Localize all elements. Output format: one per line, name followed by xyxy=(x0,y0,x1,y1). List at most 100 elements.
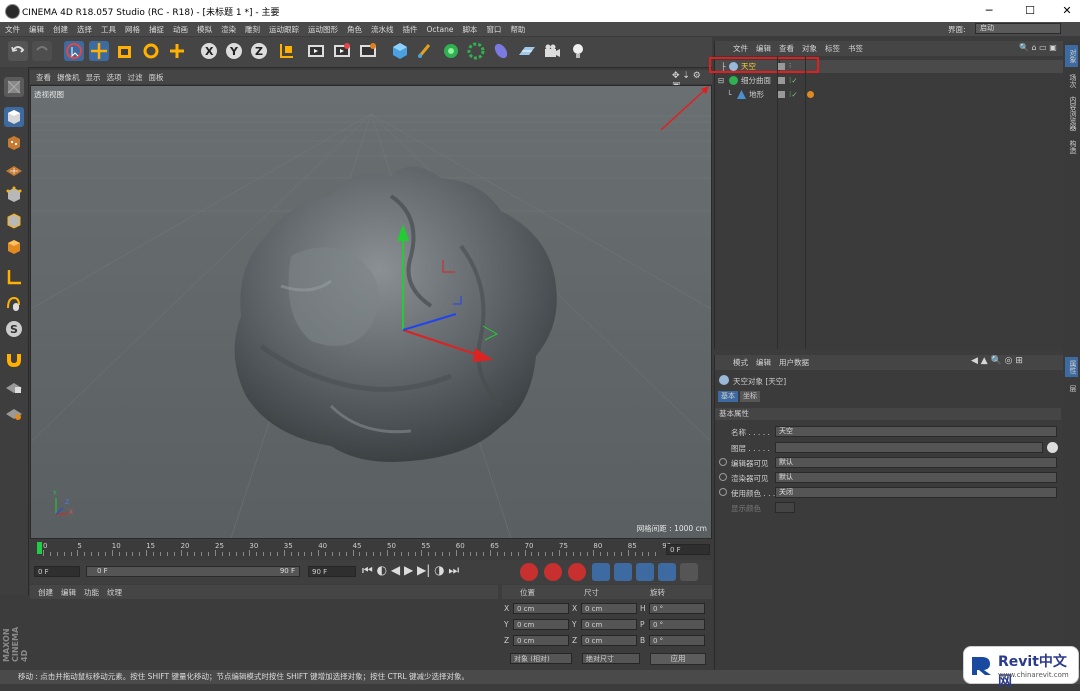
redo-icon[interactable] xyxy=(32,41,52,61)
apply-button[interactable]: 应用 xyxy=(650,653,706,665)
viewport-menu-item[interactable]: 查看 xyxy=(36,72,51,83)
coordinate-mode-select[interactable]: 对象 (相对) xyxy=(510,653,572,664)
menu-item[interactable]: 网格 xyxy=(125,24,140,35)
viewport-menu-item[interactable]: 面板 xyxy=(149,72,164,83)
object-menu-item[interactable]: 查看 xyxy=(779,43,794,54)
timeline-ruler[interactable]: 051015202530354045505560657075808590 0 F xyxy=(30,541,712,557)
pen-spline-icon[interactable] xyxy=(415,41,435,61)
animate-radio-icon[interactable] xyxy=(719,458,727,466)
coord-value-field[interactable]: 0 ° xyxy=(649,635,705,646)
polygons-mode-icon[interactable] xyxy=(4,237,24,257)
object-row-landscape[interactable]: └ 地形 ⁝✓ xyxy=(715,88,1063,101)
x-axis-icon[interactable]: X xyxy=(199,41,219,61)
axis-mode-icon[interactable] xyxy=(4,267,24,287)
key-scale-icon[interactable] xyxy=(614,563,632,581)
menu-item[interactable]: 流水线 xyxy=(371,24,394,35)
material-menu-item[interactable]: 创建 xyxy=(38,587,53,598)
minimize-button[interactable]: ─ xyxy=(982,4,996,18)
menu-item[interactable]: 运动跟踪 xyxy=(269,24,299,35)
enabled-check-icon[interactable]: ⁝✓ xyxy=(789,74,798,87)
viewport-menu-item[interactable]: 选项 xyxy=(107,72,122,83)
layout-select[interactable]: 启动 xyxy=(975,23,1061,34)
layer-icon[interactable] xyxy=(778,91,785,98)
attr-menu-item[interactable]: 用户数据 xyxy=(779,357,809,368)
close-button[interactable]: ✕ xyxy=(1060,4,1074,18)
size-mode-select[interactable]: 绝对尺寸 xyxy=(582,653,640,664)
coord-value-field[interactable]: 0 cm xyxy=(581,603,637,614)
key-pla-icon[interactable] xyxy=(680,563,698,581)
menu-item[interactable]: 运动图形 xyxy=(308,24,338,35)
menu-item[interactable]: 角色 xyxy=(347,24,362,35)
playback-controls[interactable]: ⏮ ◐ ◀ ▶ ▶| ◑ ⏭ xyxy=(362,563,459,578)
editor-visible-select[interactable]: 默认 xyxy=(775,457,1057,468)
perspective-viewport[interactable]: 透视视图 Y X Z 网格间距 : 1000 cm xyxy=(30,85,712,539)
cube-icon[interactable] xyxy=(390,41,410,61)
object-menu-item[interactable]: 文件 xyxy=(733,43,748,54)
object-menu-item[interactable]: 标签 xyxy=(825,43,840,54)
record-keys-icon[interactable] xyxy=(520,563,538,581)
deformer-icon[interactable] xyxy=(491,41,511,61)
coordinate-system-icon[interactable] xyxy=(276,41,296,61)
menu-item[interactable]: 帮助 xyxy=(510,24,525,35)
points-mode-icon[interactable] xyxy=(4,185,24,205)
workplane-mode-icon[interactable] xyxy=(4,159,24,179)
viewport-menu-item[interactable]: 过滤 xyxy=(128,72,143,83)
menu-item[interactable]: 创建 xyxy=(53,24,68,35)
light-icon[interactable] xyxy=(568,41,588,61)
current-frame-marker[interactable] xyxy=(37,542,42,554)
menu-item[interactable]: 动画 xyxy=(173,24,188,35)
tab-layers[interactable]: 层 xyxy=(1065,381,1078,395)
render-settings-icon[interactable] xyxy=(358,41,378,61)
scale-tool-icon[interactable] xyxy=(115,41,135,61)
object-row-subdivision[interactable]: ⊟ 细分曲面 ⁝✓ xyxy=(715,74,1063,87)
menu-item[interactable]: Octane xyxy=(427,25,454,34)
menu-item[interactable]: 编辑 xyxy=(29,24,44,35)
coord-value-field[interactable]: 0 cm xyxy=(513,603,569,614)
y-axis-icon[interactable]: Y xyxy=(224,41,244,61)
tab-attributes[interactable]: 属性 xyxy=(1065,357,1078,377)
nav-arrows-icon[interactable]: ◀ ▲ 🔍 ◎ ⊞ xyxy=(971,356,1023,366)
viewport-menu-item[interactable]: 摄像机 xyxy=(57,72,80,83)
grid-workplane-icon[interactable] xyxy=(4,403,24,423)
live-selection-icon[interactable] xyxy=(64,41,84,61)
object-menu-item[interactable]: 编辑 xyxy=(756,43,771,54)
current-frame-field[interactable]: 0 F xyxy=(34,566,80,577)
tweak-mode-icon[interactable] xyxy=(4,293,24,313)
phong-tag-icon[interactable] xyxy=(807,91,814,98)
enabled-check-icon[interactable]: ⁝✓ xyxy=(789,88,798,101)
tab-coordinates[interactable]: 坐标 xyxy=(740,391,760,402)
attr-menu-item[interactable]: 编辑 xyxy=(756,357,771,368)
make-editable-icon[interactable] xyxy=(4,77,24,97)
animate-radio-icon[interactable] xyxy=(719,473,727,481)
material-menu-item[interactable]: 纹理 xyxy=(107,587,122,598)
layer-icon[interactable] xyxy=(778,77,785,84)
camera-icon[interactable] xyxy=(542,41,562,61)
add-tool-icon[interactable] xyxy=(167,41,187,61)
undo-icon[interactable] xyxy=(8,41,28,61)
tab-content-browser[interactable]: 内容浏览器 xyxy=(1065,95,1078,131)
name-field[interactable]: 天空 xyxy=(775,426,1057,437)
tab-takes[interactable]: 场次 xyxy=(1065,71,1078,91)
use-color-select[interactable]: 关闭 xyxy=(775,487,1057,498)
menu-item[interactable]: 窗口 xyxy=(486,24,501,35)
layer-field[interactable] xyxy=(775,442,1043,453)
menu-item[interactable]: 脚本 xyxy=(462,24,477,35)
object-menu-item[interactable]: 书签 xyxy=(848,43,863,54)
menu-item[interactable]: 选择 xyxy=(77,24,92,35)
render-view-icon[interactable] xyxy=(306,41,326,61)
tab-basic[interactable]: 基本 xyxy=(718,391,738,402)
keyframe-selection-icon[interactable] xyxy=(568,563,586,581)
z-axis-icon[interactable]: Z xyxy=(249,41,269,61)
coord-value-field[interactable]: 0 cm xyxy=(581,635,637,646)
viewport-menu-item[interactable]: 显示 xyxy=(86,72,101,83)
key-rotation-icon[interactable] xyxy=(636,563,654,581)
menu-item[interactable]: 插件 xyxy=(403,24,418,35)
animate-radio-icon[interactable] xyxy=(719,488,727,496)
menu-item[interactable]: 捕捉 xyxy=(149,24,164,35)
menu-item[interactable]: 模拟 xyxy=(197,24,212,35)
coord-value-field[interactable]: 0 cm xyxy=(581,619,637,630)
layer-picker-icon[interactable] xyxy=(1047,442,1058,453)
render-picture-viewer-icon[interactable] xyxy=(332,41,352,61)
menu-item[interactable]: 雕刻 xyxy=(245,24,260,35)
tab-structure[interactable]: 构造 xyxy=(1065,137,1078,157)
